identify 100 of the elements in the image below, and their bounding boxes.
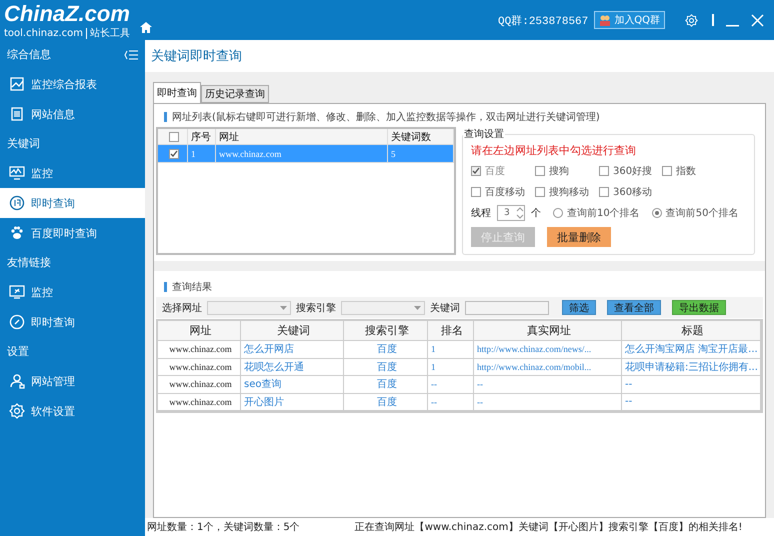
settings-icon[interactable] bbox=[685, 14, 698, 26]
section-heading: 网址列表(鼠标右键即可进行新增、修改、删除、加入监控数据等操作，双击网址进行关键词管理) bbox=[172, 110, 600, 124]
filter-button[interactable]: 导出数据 bbox=[672, 300, 726, 315]
table-cell: 1 bbox=[188, 145, 216, 162]
sidebar-item[interactable]: 网站信息 bbox=[0, 99, 145, 129]
table-cell: www.chinaz.com bbox=[158, 358, 241, 375]
hint-text: 请在左边网址列表中勾选进行查询 bbox=[471, 143, 637, 158]
table-cell: 百度 bbox=[344, 341, 428, 358]
dropdown[interactable] bbox=[207, 300, 291, 314]
table-cell: 百度 bbox=[344, 376, 428, 392]
checkbox[interactable] bbox=[169, 132, 179, 142]
filter-button[interactable]: 筛选 bbox=[562, 300, 596, 315]
sidebar-item[interactable]: 监控 bbox=[0, 158, 145, 188]
table-cell: 开心图片 bbox=[241, 394, 344, 410]
section-heading: 查询结果 bbox=[172, 280, 212, 294]
column-header: 搜索引擎 bbox=[344, 321, 428, 340]
table-cell: -- bbox=[622, 376, 761, 392]
checkbox[interactable] bbox=[535, 187, 545, 197]
caret-icon bbox=[280, 306, 287, 310]
unit-label: 个 bbox=[531, 207, 541, 220]
table-row[interactable]: 1 www.chinaz.com 5 bbox=[158, 145, 454, 163]
sidebar-item[interactable]: 即时查询 bbox=[0, 188, 145, 218]
table-cell: 百度 bbox=[344, 394, 428, 410]
collapse-icon[interactable] bbox=[124, 50, 138, 60]
sidebar-item[interactable]: 监控 bbox=[0, 277, 145, 307]
monitor-icon bbox=[9, 165, 25, 181]
column-header: 关键词 bbox=[241, 321, 344, 340]
dropdown[interactable] bbox=[341, 300, 425, 314]
status-message: 正在查询网址【www.chinaz.com】关键词【开心图片】搜索引擎【百度】的相关排名! bbox=[354, 520, 742, 534]
table-cell: -- bbox=[428, 376, 474, 392]
home-icon[interactable] bbox=[140, 22, 152, 32]
table-cell: -- bbox=[622, 394, 761, 410]
page-title: 关键词即时查询 bbox=[145, 40, 774, 72]
filter-button[interactable]: 查看全部 bbox=[607, 300, 661, 315]
radio-label: 查询前50个排名 bbox=[666, 206, 738, 220]
table-cell: www.chinaz.com bbox=[158, 394, 241, 410]
section-title: 关键词 bbox=[7, 136, 40, 151]
table-cell: -- bbox=[428, 394, 474, 410]
action-button[interactable]: 批量删除 bbox=[547, 227, 611, 247]
sidebar-item[interactable]: 百度即时查询 bbox=[0, 218, 145, 248]
checkbox-label: 搜狗 bbox=[549, 164, 569, 178]
radio-label: 查询前10个排名 bbox=[567, 206, 640, 220]
table-cell: http://www.chinaz.com/mobil... bbox=[474, 358, 622, 375]
table-cell: -- bbox=[474, 394, 622, 410]
column-header: 真实网址 bbox=[474, 321, 622, 340]
document-icon bbox=[9, 106, 25, 122]
thread-count-spinner[interactable]: 3 bbox=[497, 205, 525, 221]
checkbox[interactable] bbox=[662, 166, 672, 176]
filter-label: 关键词 bbox=[430, 302, 460, 314]
column-header: 关键词数 bbox=[388, 129, 454, 144]
circle-letter-icon bbox=[9, 195, 25, 211]
qq-group-number: QQ群:253878567 bbox=[498, 14, 588, 28]
user-icon bbox=[9, 373, 25, 389]
table-cell: 怎么开淘宝网店 淘宝开店最... bbox=[622, 341, 761, 358]
checkbox[interactable] bbox=[599, 187, 609, 197]
radio-button[interactable] bbox=[652, 208, 662, 218]
tab[interactable]: 历史记录查询 bbox=[201, 85, 269, 103]
checkbox-label: 百度 bbox=[485, 164, 505, 178]
radio-button[interactable] bbox=[553, 208, 563, 218]
table-cell: 1 bbox=[428, 358, 474, 375]
tagline: 站长工具 bbox=[86, 28, 130, 39]
checkbox[interactable] bbox=[471, 187, 481, 197]
sidebar-item[interactable]: 网站管理 bbox=[0, 366, 145, 396]
filter-label: 选择网址 bbox=[162, 302, 202, 314]
section-title: 设置 bbox=[7, 344, 29, 359]
tab[interactable]: 即时查询 bbox=[153, 82, 201, 103]
filter-label: 搜索引擎 bbox=[296, 302, 336, 314]
status-counts: 网址数量：1个，关键词数量：5个 bbox=[147, 520, 300, 534]
chart-icon bbox=[9, 76, 25, 92]
checkbox-label: 360好搜 bbox=[613, 164, 652, 178]
gear-icon bbox=[9, 403, 25, 419]
separator-icon bbox=[712, 14, 714, 26]
checkbox[interactable] bbox=[535, 166, 545, 176]
keyword-input[interactable] bbox=[465, 300, 549, 314]
column-header: 排名 bbox=[428, 321, 474, 340]
table-cell: www.chinaz.com bbox=[158, 376, 241, 392]
checkbox[interactable] bbox=[599, 166, 609, 176]
paw-icon bbox=[9, 225, 25, 241]
group-title: 查询设置 bbox=[463, 128, 505, 141]
logo: ChinaZ.com bbox=[4, 1, 130, 27]
checkbox-label: 搜狗移动 bbox=[549, 186, 589, 199]
table-cell: 百度 bbox=[344, 358, 428, 375]
close-icon[interactable] bbox=[751, 14, 764, 26]
sidebar-item[interactable]: 即时查询 bbox=[0, 307, 145, 337]
field-label: 线程 bbox=[471, 206, 491, 220]
table-cell: www.chinaz.com bbox=[216, 145, 388, 162]
checkbox-label: 360移动 bbox=[613, 186, 652, 199]
table-cell: www.chinaz.com bbox=[158, 341, 241, 358]
table-cell: 花呗申请秘籍:三招让你拥有... bbox=[622, 358, 761, 375]
column-header: 序号 bbox=[188, 129, 216, 144]
caret-icon bbox=[414, 306, 421, 310]
sidebar-item[interactable]: 软件设置 bbox=[0, 396, 145, 426]
table-cell: seo查询 bbox=[241, 376, 344, 392]
sidebar-item[interactable]: 监控综合报表 bbox=[0, 69, 145, 99]
join-qq-button[interactable]: 加入QQ群 bbox=[594, 11, 665, 29]
checkbox[interactable] bbox=[169, 148, 179, 158]
column-header: 网址 bbox=[216, 129, 388, 144]
section-title: 友情链接 bbox=[7, 255, 51, 270]
table-cell: 5 bbox=[388, 145, 454, 162]
domain-text: tool.chinaz.com bbox=[4, 28, 83, 39]
